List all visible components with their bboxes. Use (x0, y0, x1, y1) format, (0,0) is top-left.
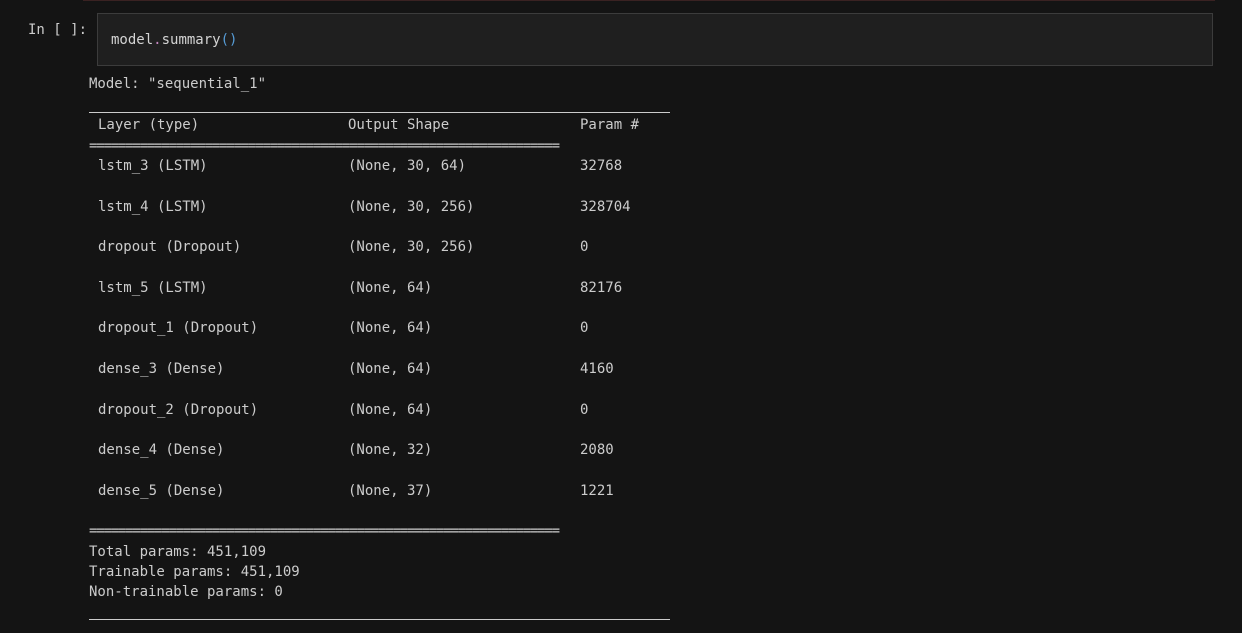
row-param: 0 (580, 320, 589, 336)
cell-top-border (83, 0, 1215, 1)
row-layer: lstm_5 (LSTM) (98, 280, 208, 296)
header-shape: Output Shape (348, 117, 450, 133)
code-variable: model (111, 32, 154, 48)
table-row: dropout_2 (Dropout) (None, 64) 0 (0, 400, 700, 420)
row-layer: dropout_1 (Dropout) (98, 320, 259, 336)
row-shape: (None, 30, 64) (348, 158, 467, 174)
table-row: dropout (Dropout) (None, 30, 256) 0 (0, 237, 700, 257)
row-shape: (None, 30, 256) (348, 239, 475, 255)
row-param: 1221 (580, 483, 614, 499)
code-function: summary (161, 32, 221, 48)
table-row: dense_5 (Dense) (None, 37) 1221 (0, 481, 700, 501)
row-shape: (None, 64) (348, 280, 433, 296)
row-layer: lstm_4 (LSTM) (98, 199, 208, 215)
row-param: 0 (580, 402, 589, 418)
row-layer: dropout_2 (Dropout) (98, 402, 259, 418)
table-row: lstm_5 (LSTM) (None, 64) 82176 (0, 278, 700, 298)
table-row: lstm_4 (LSTM) (None, 30, 256) 328704 (0, 197, 700, 217)
row-layer: dropout (Dropout) (98, 239, 242, 255)
total-params: Total params: 451,109 (89, 544, 267, 560)
model-name-line: Model: "sequential_1" (89, 76, 267, 92)
header-layer: Layer (type) (98, 117, 200, 133)
table-row: dense_4 (Dense) (None, 32) 2080 (0, 440, 700, 460)
row-param: 32768 (580, 158, 623, 174)
trainable-params: Trainable params: 451,109 (89, 564, 300, 580)
row-param: 0 (580, 239, 589, 255)
table-top-rule (89, 112, 670, 113)
row-shape: (None, 64) (348, 402, 433, 418)
row-shape: (None, 32) (348, 442, 433, 458)
cell-prompt: In [ ]: (28, 22, 88, 38)
code-dot: . (153, 32, 162, 48)
row-param: 328704 (580, 199, 631, 215)
row-param: 82176 (580, 280, 623, 296)
row-param: 2080 (580, 442, 614, 458)
code-cell[interactable]: model.summary() (97, 13, 1213, 66)
table-row: dense_3 (Dense) (None, 64) 4160 (0, 359, 700, 379)
header-separator: ========================================… (89, 139, 560, 153)
row-layer: lstm_3 (LSTM) (98, 158, 208, 174)
code-parens: () (220, 32, 238, 48)
code-line[interactable]: model.summary() (111, 32, 237, 48)
row-shape: (None, 64) (348, 361, 433, 377)
row-layer: dense_4 (Dense) (98, 442, 225, 458)
row-shape: (None, 37) (348, 483, 433, 499)
row-layer: dense_3 (Dense) (98, 361, 225, 377)
row-shape: (None, 30, 256) (348, 199, 475, 215)
row-layer: dense_5 (Dense) (98, 483, 225, 499)
table-row: lstm_3 (LSTM) (None, 30, 64) 32768 (0, 156, 700, 176)
row-shape: (None, 64) (348, 320, 433, 336)
non-trainable-params: Non-trainable params: 0 (89, 584, 283, 600)
header-param: Param # (580, 117, 640, 133)
footer-separator: ========================================… (89, 524, 560, 538)
row-param: 4160 (580, 361, 614, 377)
table-header: Layer (type) Output Shape Param # (0, 115, 700, 135)
table-row: dropout_1 (Dropout) (None, 64) 0 (0, 318, 700, 338)
table-bottom-rule (89, 619, 670, 620)
